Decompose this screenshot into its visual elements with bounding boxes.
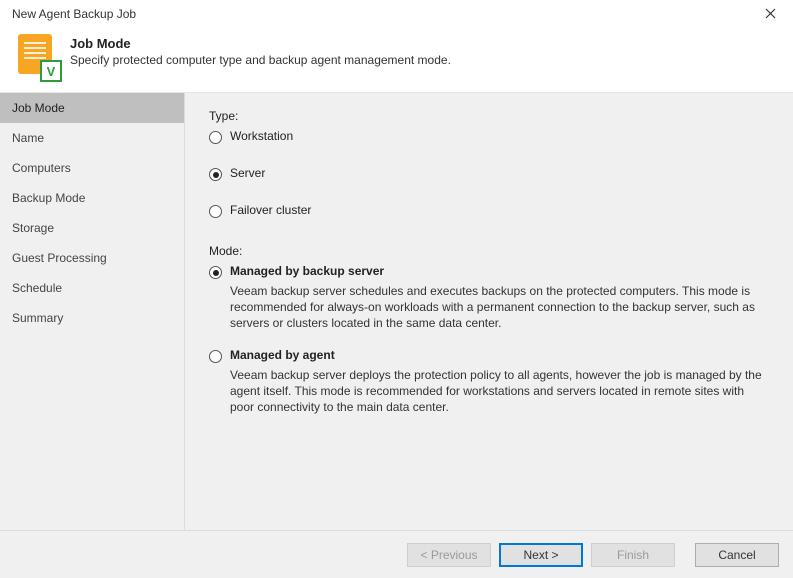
cancel-button[interactable]: Cancel xyxy=(695,543,779,567)
wizard-content: Type: Workstation Server Failover cluste… xyxy=(185,93,793,530)
window-title: New Agent Backup Job xyxy=(12,7,755,21)
mode-desc-managed-by-server: Veeam backup server schedules and execut… xyxy=(230,283,771,332)
wizard-steps: Job Mode Name Computers Backup Mode Stor… xyxy=(0,93,185,530)
previous-button: < Previous xyxy=(407,543,491,567)
step-summary[interactable]: Summary xyxy=(0,303,184,333)
step-storage[interactable]: Storage xyxy=(0,213,184,243)
wizard-footer: < Previous Next > Finish Cancel xyxy=(0,530,793,578)
step-job-mode[interactable]: Job Mode xyxy=(0,93,184,123)
step-guest-processing[interactable]: Guest Processing xyxy=(0,243,184,273)
finish-button: Finish xyxy=(591,543,675,567)
radio-label: Failover cluster xyxy=(230,203,311,217)
close-icon[interactable] xyxy=(755,2,785,26)
step-computers[interactable]: Computers xyxy=(0,153,184,183)
mode-label: Mode: xyxy=(209,244,771,258)
titlebar: New Agent Backup Job xyxy=(0,0,793,28)
radio-icon[interactable] xyxy=(209,205,222,218)
mode-option-managed-by-agent[interactable]: Managed by agent xyxy=(209,348,771,363)
wizard-header: V Job Mode Specify protected computer ty… xyxy=(0,28,793,92)
radio-label: Workstation xyxy=(230,129,293,143)
radio-icon[interactable] xyxy=(209,266,222,279)
radio-label: Server xyxy=(230,166,265,180)
wizard-icon: V xyxy=(14,34,62,82)
dialog: New Agent Backup Job V Job Mode Specify … xyxy=(0,0,793,578)
wizard-body: Job Mode Name Computers Backup Mode Stor… xyxy=(0,92,793,530)
radio-label: Managed by backup server xyxy=(230,264,771,278)
next-button[interactable]: Next > xyxy=(499,543,583,567)
step-name[interactable]: Name xyxy=(0,123,184,153)
page-subtitle: Specify protected computer type and back… xyxy=(70,53,451,67)
radio-icon[interactable] xyxy=(209,168,222,181)
radio-icon[interactable] xyxy=(209,350,222,363)
v-badge-icon: V xyxy=(40,60,62,82)
type-option-workstation[interactable]: Workstation xyxy=(209,129,771,144)
radio-label: Managed by agent xyxy=(230,348,771,362)
type-label: Type: xyxy=(209,109,771,123)
mode-option-managed-by-server[interactable]: Managed by backup server xyxy=(209,264,771,279)
page-title: Job Mode xyxy=(70,36,451,51)
type-option-failover-cluster[interactable]: Failover cluster xyxy=(209,203,771,218)
step-backup-mode[interactable]: Backup Mode xyxy=(0,183,184,213)
type-option-server[interactable]: Server xyxy=(209,166,771,181)
radio-icon[interactable] xyxy=(209,131,222,144)
step-schedule[interactable]: Schedule xyxy=(0,273,184,303)
mode-desc-managed-by-agent: Veeam backup server deploys the protecti… xyxy=(230,367,771,416)
